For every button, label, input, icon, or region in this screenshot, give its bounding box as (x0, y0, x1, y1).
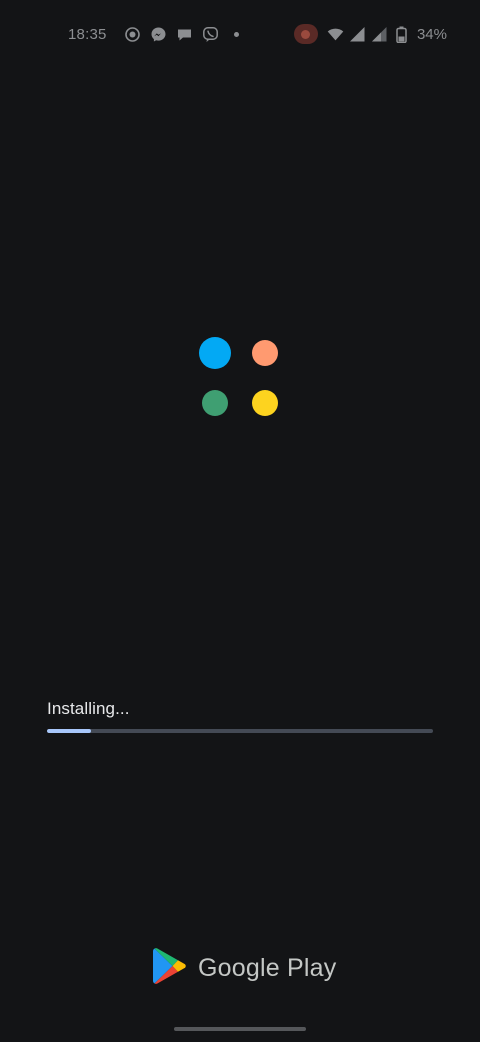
status-bar: 18:35 34% (0, 0, 480, 68)
signal-icon (371, 26, 388, 43)
viber-icon (202, 26, 219, 43)
loader-dot-orange (252, 340, 278, 366)
signal-icon (349, 26, 366, 43)
google-play-brand: Google Play (152, 947, 337, 990)
recording-indicator-icon (293, 24, 318, 44)
install-status-label: Installing... (47, 699, 130, 718)
google-play-wordmark: Google Play (198, 953, 337, 982)
status-left-group: 18:35 (68, 24, 239, 44)
loading-indicator (0, 0, 480, 1042)
messenger-icon (150, 26, 167, 43)
battery-percent: 34% (416, 25, 447, 43)
gesture-navigation-bar[interactable] (174, 1027, 306, 1031)
chat-bubble-icon (176, 26, 193, 43)
screen-record-icon (124, 26, 141, 43)
loader-dot-yellow (252, 390, 278, 416)
loader-dot-blue (199, 337, 231, 369)
wifi-icon (327, 26, 344, 43)
status-right-group: 34% (293, 24, 447, 44)
loader-dot-green (202, 390, 228, 416)
battery-icon (393, 26, 410, 43)
notification-dot-icon (233, 31, 239, 37)
status-time: 18:35 (68, 25, 107, 43)
install-progress-fill (47, 729, 92, 733)
google-play-logo-icon (152, 947, 188, 990)
install-progress-bar (47, 729, 433, 733)
